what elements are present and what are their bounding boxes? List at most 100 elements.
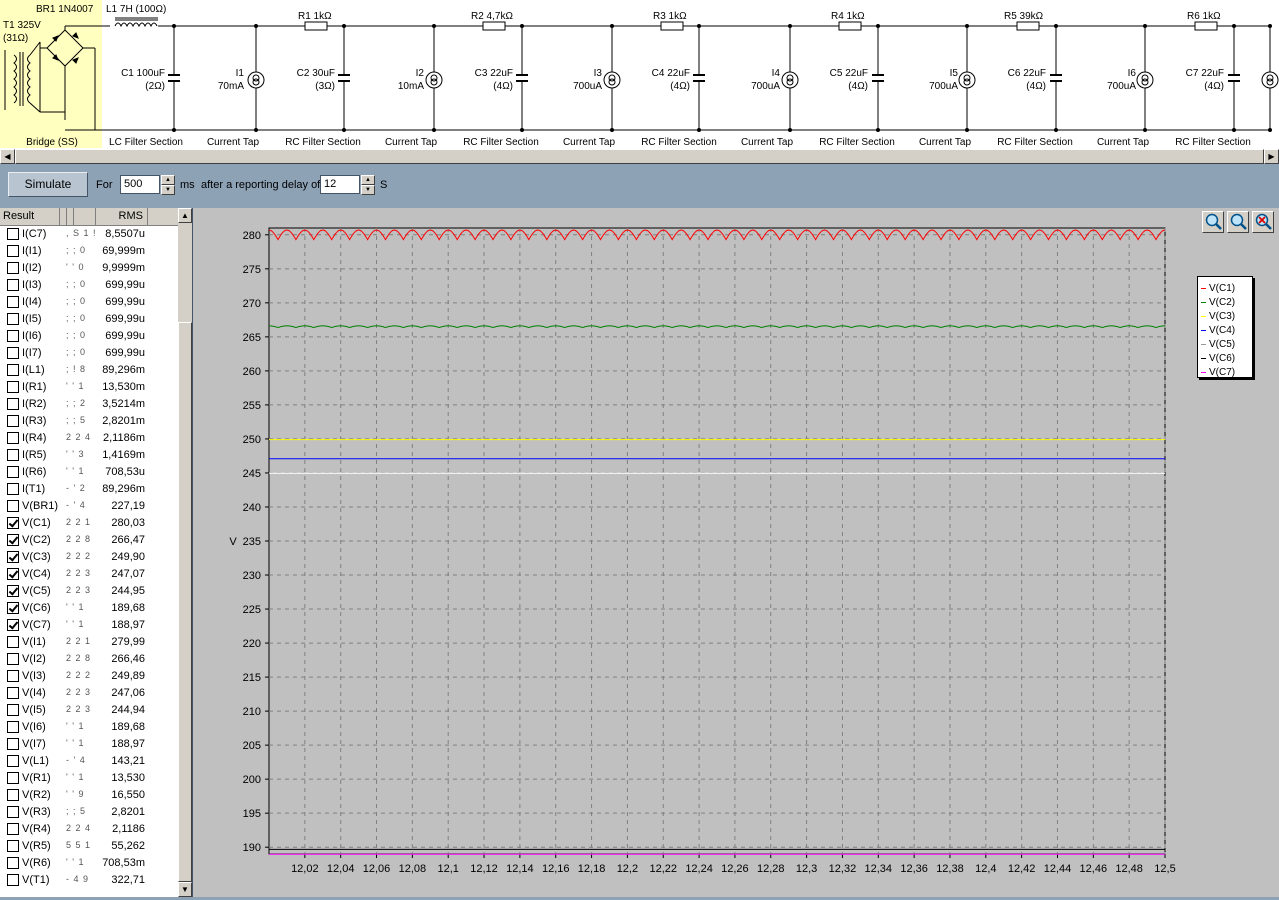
legend-item[interactable]: V(C6) <box>1201 353 1235 364</box>
result-row[interactable]: V(C5) 2 2 3 244,95 <box>0 583 178 600</box>
result-row[interactable]: I(C7) , S 1 ! 8,5507u <box>0 226 178 243</box>
results-vertical-scrollbar[interactable]: ▲ ▼ <box>178 208 192 897</box>
result-row[interactable]: V(R2) ' ' 9 16,550 <box>0 787 178 804</box>
result-checkbox[interactable] <box>7 704 19 716</box>
voltage-chart[interactable]: 190 195 200 205 210 215 220 225 230 235 240 245 250 2… <box>193 208 1279 897</box>
result-checkbox[interactable] <box>7 857 19 869</box>
result-row[interactable]: I(R2) ; ; 2 3,5214m <box>0 396 178 413</box>
result-row[interactable]: I(R6) ' ' 1 708,53u <box>0 464 178 481</box>
result-row[interactable]: I(I3) ; ; 0 699,99u <box>0 277 178 294</box>
result-checkbox[interactable] <box>7 296 19 308</box>
result-checkbox[interactable] <box>7 772 19 784</box>
result-checkbox[interactable] <box>7 653 19 665</box>
result-row[interactable]: V(C2) 2 2 8 266,47 <box>0 532 178 549</box>
result-checkbox[interactable] <box>7 398 19 410</box>
result-checkbox[interactable] <box>7 755 19 767</box>
results-scroll-thumb[interactable] <box>178 322 192 882</box>
result-row[interactable]: I(I6) ; ; 0 699,99u <box>0 328 178 345</box>
result-row[interactable]: V(C1) 2 2 1 280,03 <box>0 515 178 532</box>
result-checkbox[interactable] <box>7 636 19 648</box>
result-row[interactable]: V(BR1) - ' 4 227,19 <box>0 498 178 515</box>
result-row[interactable]: V(I4) 2 2 3 247,06 <box>0 685 178 702</box>
result-row[interactable]: V(C6) ' ' 1 189,68 <box>0 600 178 617</box>
result-checkbox[interactable] <box>7 602 19 614</box>
result-row[interactable]: V(I7) ' ' 1 188,97 <box>0 736 178 753</box>
result-row[interactable]: I(R4) 2 2 4 2,1186m <box>0 430 178 447</box>
result-row[interactable]: I(R3) ; ; 5 2,8201m <box>0 413 178 430</box>
result-checkbox[interactable] <box>7 313 19 325</box>
result-checkbox[interactable] <box>7 330 19 342</box>
legend-item[interactable]: V(C5) <box>1201 339 1235 350</box>
result-checkbox[interactable] <box>7 432 19 444</box>
result-checkbox[interactable] <box>7 823 19 835</box>
result-row[interactable]: V(I3) 2 2 2 249,89 <box>0 668 178 685</box>
result-checkbox[interactable] <box>7 449 19 461</box>
result-checkbox[interactable] <box>7 568 19 580</box>
scroll-thumb[interactable] <box>15 149 1264 164</box>
column-result[interactable]: Result <box>0 208 60 225</box>
delay-down-button[interactable]: ▼ <box>361 185 375 195</box>
result-row[interactable]: V(R1) ' ' 1 13,530 <box>0 770 178 787</box>
result-checkbox[interactable] <box>7 806 19 818</box>
schematic-canvas[interactable]: BR1 1N4007 T1 325V (31Ω) L1 7H (100Ω) R1… <box>0 0 1279 148</box>
result-checkbox[interactable] <box>7 687 19 699</box>
legend-item[interactable]: V(C2) <box>1201 297 1235 308</box>
result-checkbox[interactable] <box>7 500 19 512</box>
result-row[interactable]: V(C4) 2 2 3 247,07 <box>0 566 178 583</box>
scroll-up-button[interactable]: ▲ <box>178 208 192 223</box>
scroll-right-button[interactable]: ▶ <box>1264 149 1279 164</box>
result-checkbox[interactable] <box>7 483 19 495</box>
result-row[interactable]: I(I1) ; ; 0 69,999m <box>0 243 178 260</box>
zoom-reset-button[interactable] <box>1252 211 1274 233</box>
result-checkbox[interactable] <box>7 279 19 291</box>
result-row[interactable]: V(I2) 2 2 8 266,46 <box>0 651 178 668</box>
result-checkbox[interactable] <box>7 228 19 240</box>
result-row[interactable]: V(R6) ' ' 1 708,53m <box>0 855 178 872</box>
result-row[interactable]: V(I1) 2 2 1 279,99 <box>0 634 178 651</box>
result-row[interactable]: V(R5) 5 5 1 55,262 <box>0 838 178 855</box>
duration-up-button[interactable]: ▲ <box>161 175 175 185</box>
result-checkbox[interactable] <box>7 874 19 886</box>
result-row[interactable]: V(R4) 2 2 4 2,1186 <box>0 821 178 838</box>
result-row[interactable]: I(I7) ; ; 0 699,99u <box>0 345 178 362</box>
result-row[interactable]: I(I2) ' ' 0 9,9999m <box>0 260 178 277</box>
chart-legend[interactable]: V(C1) V(C2) V(C3) V(C4) V(C5) V(C6) V(C7) <box>1197 276 1253 378</box>
zoom-out-button[interactable] <box>1227 211 1249 233</box>
result-checkbox[interactable] <box>7 721 19 733</box>
legend-item[interactable]: V(C4) <box>1201 325 1235 336</box>
column-1[interactable] <box>60 208 67 225</box>
result-checkbox[interactable] <box>7 534 19 546</box>
result-row[interactable]: V(I5) 2 2 3 244,94 <box>0 702 178 719</box>
delay-input[interactable]: 12 <box>320 175 360 194</box>
column-3[interactable] <box>74 208 96 225</box>
result-checkbox[interactable] <box>7 670 19 682</box>
result-checkbox[interactable] <box>7 738 19 750</box>
scroll-left-button[interactable]: ◀ <box>0 149 15 164</box>
legend-item[interactable]: V(C1) <box>1201 283 1235 294</box>
result-row[interactable]: I(L1) ; ! 8 89,296m <box>0 362 178 379</box>
scroll-down-button[interactable]: ▼ <box>178 882 192 897</box>
simulate-button[interactable]: Simulate <box>8 172 88 197</box>
result-row[interactable]: V(C3) 2 2 2 249,90 <box>0 549 178 566</box>
result-checkbox[interactable] <box>7 364 19 376</box>
result-checkbox[interactable] <box>7 262 19 274</box>
result-checkbox[interactable] <box>7 840 19 852</box>
result-row[interactable]: V(R3) ; ; 5 2,8201 <box>0 804 178 821</box>
schematic-horizontal-scrollbar[interactable]: ◀ ▶ <box>0 148 1279 164</box>
result-checkbox[interactable] <box>7 245 19 257</box>
result-row[interactable]: V(C7) ' ' 1 188,97 <box>0 617 178 634</box>
result-checkbox[interactable] <box>7 415 19 427</box>
column-2[interactable] <box>67 208 74 225</box>
result-row[interactable]: V(L1) - ' 4 143,21 <box>0 753 178 770</box>
column-rms[interactable]: RMS <box>96 208 148 225</box>
result-row[interactable]: V(I6) ' ' 1 189,68 <box>0 719 178 736</box>
delay-up-button[interactable]: ▲ <box>361 175 375 185</box>
result-checkbox[interactable] <box>7 347 19 359</box>
result-row[interactable]: I(R5) ' ' 3 1,4169m <box>0 447 178 464</box>
result-checkbox[interactable] <box>7 551 19 563</box>
legend-item[interactable]: V(C3) <box>1201 311 1235 322</box>
result-checkbox[interactable] <box>7 585 19 597</box>
result-checkbox[interactable] <box>7 381 19 393</box>
chart-area[interactable]: 190 195 200 205 210 215 220 225 230 235 240 245 250 2… <box>193 208 1279 897</box>
duration-down-button[interactable]: ▼ <box>161 185 175 195</box>
